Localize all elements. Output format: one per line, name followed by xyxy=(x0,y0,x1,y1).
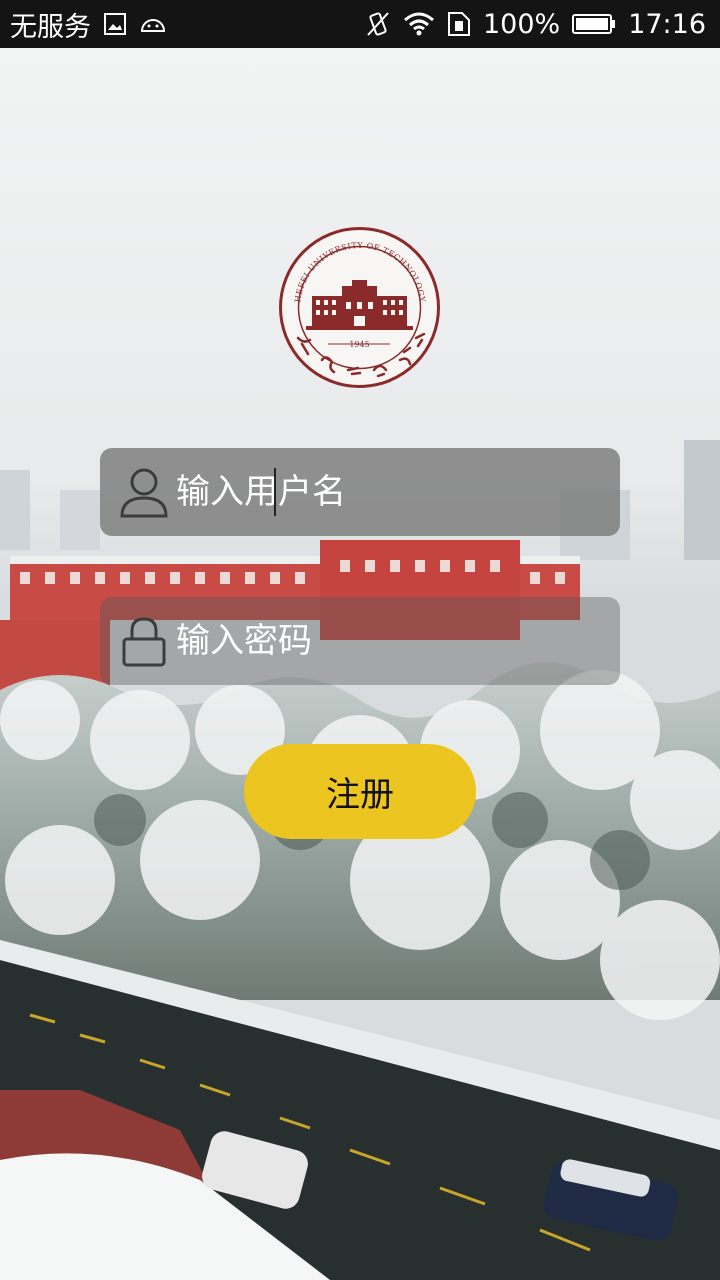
password-input[interactable] xyxy=(176,611,596,671)
text-caret xyxy=(274,468,276,516)
seal-year: 1945 xyxy=(349,340,369,349)
wifi-icon xyxy=(403,12,435,36)
status-left: 无服务 xyxy=(0,5,167,44)
register-button[interactable]: 注册 xyxy=(244,744,476,839)
battery-icon xyxy=(572,13,616,35)
clock: 17:16 xyxy=(628,8,706,40)
user-icon xyxy=(120,468,168,518)
status-bar: 无服务 100% 17:16 xyxy=(0,0,720,48)
username-input[interactable] xyxy=(176,462,596,522)
sim-icon xyxy=(447,11,471,37)
status-right: 100% 17:16 xyxy=(365,9,720,40)
hfut-seal-logo: HEFEI UNIVERSITY OF TECHNOLOGY 1945 xyxy=(279,227,440,388)
vibrate-icon xyxy=(365,11,391,37)
android-icon xyxy=(139,14,167,34)
carrier-text: 无服务 xyxy=(10,11,91,43)
battery-percent: 100% xyxy=(482,8,561,40)
password-field[interactable] xyxy=(100,597,620,685)
image-icon xyxy=(103,12,127,36)
username-field[interactable] xyxy=(100,448,620,536)
lock-icon xyxy=(122,617,166,667)
